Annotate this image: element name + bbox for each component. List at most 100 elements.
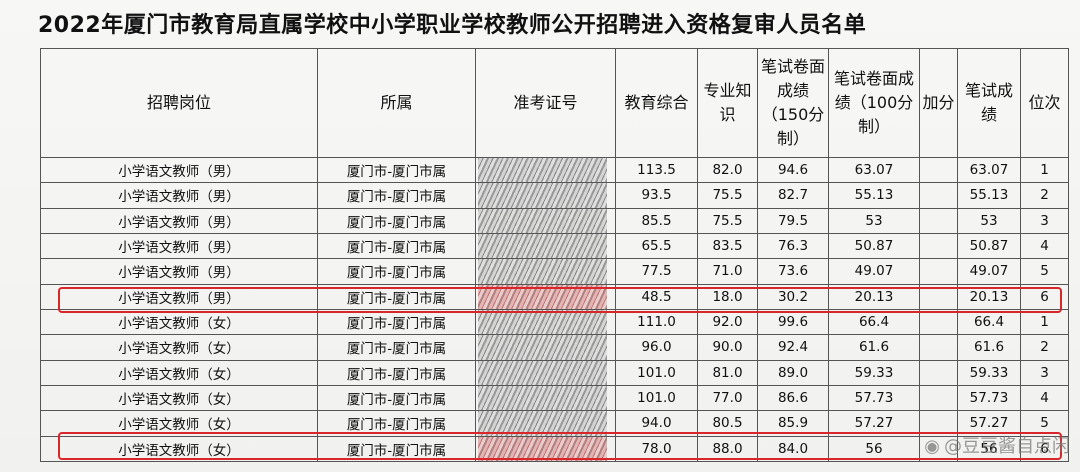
cell-raw150: 84.0 [757,435,829,463]
cell-major: 88.0 [697,435,758,463]
cell-bonus [919,359,958,386]
header-bonus: 加分 [919,48,958,158]
cell-raw150: 99.6 [757,308,829,336]
cell-position: 小学语文教师（女） [40,359,318,386]
cell-affiliation: 厦门市-厦门市属 [317,258,476,285]
cell-major: 83.5 [697,232,758,260]
cell-raw150: 79.5 [757,207,829,234]
document-page: 2022年厦门市教育局直属学校中小学职业学校教师公开招聘进入资格复审人员名单 招… [0,0,1080,472]
watermark: ◉ @豆豆酱自点闲 [924,432,1070,458]
cell-bonus [919,207,958,234]
table-row: 小学语文教师（女） 厦门市-厦门市属 111.0 92.0 99.6 66.4 66.4 1 [40,308,1069,336]
cell-rank: 1 [1020,156,1069,184]
cell-affiliation: 厦门市-厦门市属 [317,207,476,234]
cell-exam-id [475,359,616,386]
cell-affiliation: 厦门市-厦门市属 [317,232,476,260]
cell-written: 66.4 [957,308,1021,336]
cell-rank: 3 [1020,359,1069,386]
cell-edu: 101.0 [615,384,698,412]
cell-position: 小学语文教师（男） [40,232,318,260]
cell-exam-id [475,334,616,361]
cell-exam-id [475,207,616,234]
cell-rank: 4 [1020,384,1069,412]
table-body: 小学语文教师（男） 厦门市-厦门市属 113.5 82.0 94.6 63.07 63.07… [40,156,1069,463]
cell-score100: 56 [828,435,920,463]
cell-position: 小学语文教师（女） [40,410,318,437]
cell-raw150: 73.6 [757,258,829,285]
cell-bonus [919,334,958,361]
table-row: 小学语文教师（男） 厦门市-厦门市属 113.5 82.0 94.6 63.07 63.07… [40,156,1069,184]
cell-edu: 113.5 [615,156,698,184]
cell-major: 71.0 [697,258,758,285]
cell-edu: 96.0 [615,334,698,361]
cell-major: 82.0 [697,156,758,184]
cell-rank: 2 [1020,182,1069,209]
cell-major: 92.0 [697,308,758,336]
table-row: 小学语文教师（男） 厦门市-厦门市属 85.5 75.5 79.5 53 53 3 [40,207,1069,234]
cell-exam-id [475,308,616,336]
cell-written: 57.73 [957,384,1021,412]
cell-edu: 93.5 [615,182,698,209]
table-row: 小学语文教师（女） 厦门市-厦门市属 78.0 88.0 84.0 56 56 6 [40,435,1069,463]
header-rank: 位次 [1020,48,1069,158]
cell-affiliation: 厦门市-厦门市属 [317,435,476,463]
header-edu-comprehensive: 教育综合 [615,48,698,158]
cell-bonus [919,258,958,285]
table-row: 小学语文教师（女） 厦门市-厦门市属 94.0 80.5 85.9 57.27 57.27 5 [40,410,1069,437]
cell-written: 53 [957,207,1021,234]
cell-major: 80.5 [697,410,758,437]
cell-affiliation: 厦门市-厦门市属 [317,334,476,361]
cell-raw150: 82.7 [757,182,829,209]
cell-raw150: 89.0 [757,359,829,386]
cell-major: 75.5 [697,207,758,234]
cell-bonus [919,232,958,260]
cell-score100: 50.87 [828,232,920,260]
cell-bonus [919,182,958,209]
header-written-score: 笔试成绩 [957,48,1021,158]
results-table: 招聘岗位 所属 准考证号 教育综合 专业知识 笔试卷面成绩（150分制） 笔试卷… [40,48,1069,463]
cell-position: 小学语文教师（男） [40,283,318,310]
cell-score100: 49.07 [828,258,920,285]
cell-position: 小学语文教师（男） [40,258,318,285]
cell-exam-id [475,384,616,412]
cell-score100: 53 [828,207,920,234]
watermark-text: @豆豆酱自点闲 [944,436,1070,457]
cell-exam-id [475,156,616,184]
cell-score100: 63.07 [828,156,920,184]
cell-edu: 77.5 [615,258,698,285]
cell-rank: 5 [1020,258,1069,285]
cell-edu: 111.0 [615,308,698,336]
cell-major: 18.0 [697,283,758,310]
cell-exam-id [475,410,616,437]
table-row: 小学语文教师（女） 厦门市-厦门市属 96.0 90.0 92.4 61.6 61.6 2 [40,334,1069,361]
cell-position: 小学语文教师（女） [40,334,318,361]
cell-exam-id [475,435,616,463]
cell-score100: 55.13 [828,182,920,209]
table-header-row: 招聘岗位 所属 准考证号 教育综合 专业知识 笔试卷面成绩（150分制） 笔试卷… [40,48,1069,158]
header-major-knowledge: 专业知识 [697,48,758,158]
table-row: 小学语文教师（男） 厦门市-厦门市属 77.5 71.0 73.6 49.07 49.07 5 [40,258,1069,285]
cell-rank: 1 [1020,308,1069,336]
cell-raw150: 30.2 [757,283,829,310]
cell-rank: 6 [1020,283,1069,310]
cell-edu: 65.5 [615,232,698,260]
cell-rank: 2 [1020,334,1069,361]
cell-raw150: 76.3 [757,232,829,260]
cell-score100: 57.27 [828,410,920,437]
table-row: 小学语文教师（男） 厦门市-厦门市属 65.5 83.5 76.3 50.87 50.87 4 [40,232,1069,260]
cell-major: 81.0 [697,359,758,386]
cell-raw150: 92.4 [757,334,829,361]
cell-edu: 101.0 [615,359,698,386]
cell-bonus [919,308,958,336]
cell-exam-id [475,258,616,285]
cell-exam-id [475,283,616,310]
page-title: 2022年厦门市教育局直属学校中小学职业学校教师公开招聘进入资格复审人员名单 [38,13,867,38]
cell-affiliation: 厦门市-厦门市属 [317,283,476,310]
cell-affiliation: 厦门市-厦门市属 [317,359,476,386]
cell-position: 小学语文教师（男） [40,156,318,184]
cell-written: 50.87 [957,232,1021,260]
cell-written: 59.33 [957,359,1021,386]
table-row: 小学语文教师（女） 厦门市-厦门市属 101.0 81.0 89.0 59.33 59.33… [40,359,1069,386]
cell-edu: 48.5 [615,283,698,310]
cell-score100: 61.6 [828,334,920,361]
